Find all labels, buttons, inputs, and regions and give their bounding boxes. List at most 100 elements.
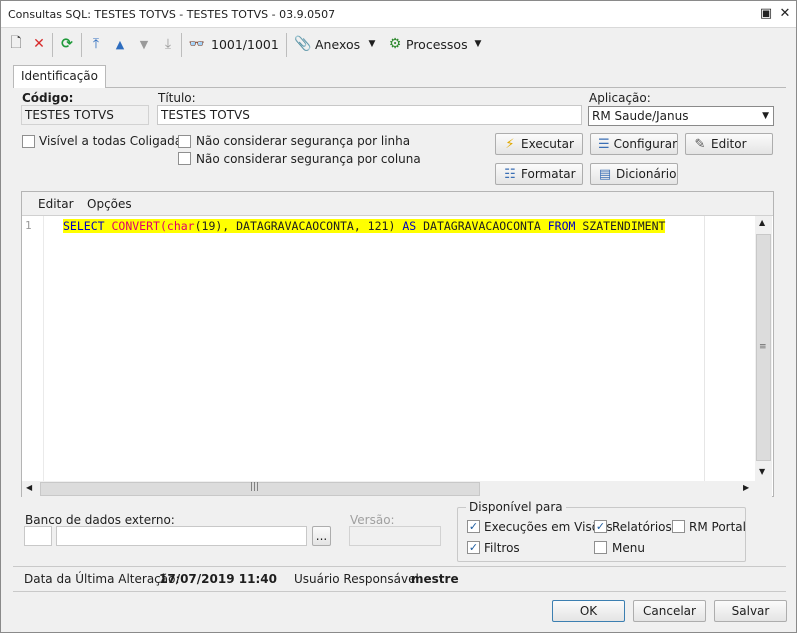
rmportal-label: RM Portal [689,520,746,534]
grip-icon: ≡ [759,342,767,352]
processos-menu[interactable]: Processos [406,33,468,55]
configurar-label: Configurar [613,137,677,151]
seg-linha-checkbox[interactable] [178,135,191,148]
config-icon: ☰ [598,136,610,152]
binoculars-icon[interactable]: 👓 [187,33,207,55]
menu-label: Menu [612,541,645,555]
menu-opcoes[interactable]: Opções [87,197,132,211]
line-number: 1 [25,219,32,232]
cancelar-button[interactable]: Cancelar [633,600,706,622]
seg-coluna-checkbox[interactable] [178,152,191,165]
aplicacao-value: RM Saude/Janus [592,109,689,123]
execucoes-checkbox[interactable]: ✓ [467,520,480,533]
footer-divider [13,591,786,592]
sql-editor[interactable]: Editar Opções 1 SELECT CONVERT(char(19),… [21,191,774,497]
dictionary-icon: ▤ [598,166,612,182]
next-record-icon[interactable]: ▼ [135,33,153,55]
seg-linha-label: Não considerar segurança por linha [196,134,411,148]
toolbar-separator [81,33,82,57]
formatar-button[interactable]: ☷ Formatar [495,163,583,185]
rmportal-checkbox[interactable] [672,520,685,533]
formatar-label: Formatar [521,167,576,181]
visivel-label: Visível a todas Coligadas [39,134,189,148]
code-token: FROM [547,219,576,233]
dicionario-button[interactable]: ▤ Dicionário [590,163,678,185]
scroll-corner [755,481,772,497]
window-title: Consultas SQL: TESTES TOTVS - TESTES TOT… [8,8,336,21]
anexos-menu[interactable]: Anexos [315,33,360,55]
chevron-down-icon[interactable]: ▼ [473,33,483,55]
chevron-down-icon[interactable]: ▼ [367,33,377,55]
executar-button[interactable]: ⚡ Executar [495,133,583,155]
new-icon[interactable]: 🗋 [7,33,25,55]
menu-checkbox[interactable] [594,541,607,554]
aplicacao-label: Aplicação: [589,91,651,105]
paperclip-icon[interactable]: 📎 [294,33,311,55]
toolbar: 🗋 ✕ ⟳ ⤒ ▲ ▼ ⤓ 👓 1001/1001 📎 Anexos ▼ ⚙ P… [1,29,796,59]
scroll-down-icon[interactable]: ▼ [759,467,765,476]
banco-label: Banco de dados externo: [25,513,175,527]
configurar-button[interactable]: ☰ Configurar [590,133,678,155]
horizontal-scrollbar[interactable]: ◀ ||| ▶ [22,481,755,497]
titulo-field[interactable]: TESTES TOTVS [157,105,582,125]
line-gutter: 1 [22,216,44,481]
scroll-up-icon[interactable]: ▲ [759,218,765,227]
data-value: 17/07/2019 11:40 [159,572,277,586]
format-icon: ☷ [504,166,516,182]
aplicacao-select[interactable]: RM Saude/Janus ▼ [588,106,774,126]
lightning-icon: ⚡ [505,136,515,152]
gears-icon[interactable]: ⚙ [386,33,404,55]
title-bar: Consultas SQL: TESTES TOTVS - TESTES TOT… [1,1,796,28]
banco-name-field[interactable] [56,526,307,546]
close-window-icon[interactable]: ✕ [776,5,794,23]
filtros-checkbox[interactable]: ✓ [467,541,480,554]
filtros-label: Filtros [484,541,520,555]
code-token: DATAGRAVACAOCONTA [416,219,548,233]
first-record-icon[interactable]: ⤒ [87,33,105,55]
grip-icon: ||| [250,482,260,492]
disponivel-title: Disponível para [466,500,566,514]
horizontal-scroll-thumb[interactable] [40,482,480,496]
chevron-down-icon[interactable]: ▼ [762,107,769,125]
maximize-icon[interactable]: ▣ [757,5,775,23]
code-token: char [166,219,195,233]
code-token: SELECT [63,219,105,233]
scroll-left-icon[interactable]: ◀ [26,483,32,492]
versao-label: Versão: [350,513,395,527]
edit-icon: ✎ [694,136,706,152]
relatorios-label: Relatórios [612,520,672,534]
refresh-icon[interactable]: ⟳ [57,33,77,55]
previous-record-icon[interactable]: ▲ [111,33,129,55]
tab-identificacao[interactable]: Identificação [13,65,106,88]
dialog-window: Consultas SQL: TESTES TOTVS - TESTES TOT… [0,0,797,633]
titulo-label: Título: [158,91,196,105]
editor-button[interactable]: ✎ Editor [685,133,773,155]
menu-editar[interactable]: Editar [38,197,74,211]
status-divider [13,566,786,567]
record-counter: 1001/1001 [211,36,279,52]
relatorios-checkbox[interactable]: ✓ [594,520,607,533]
data-label: Data da Última Alteração: [24,572,180,586]
last-record-icon[interactable]: ⤓ [159,33,177,55]
ok-button[interactable]: OK [552,600,625,622]
delete-icon[interactable]: ✕ [30,33,48,55]
sql-code-line[interactable]: SELECT CONVERT(char(19), DATAGRAVACAOCON… [63,219,666,233]
salvar-button[interactable]: Salvar [714,600,787,622]
banco-code-field[interactable] [24,526,52,546]
scroll-right-icon[interactable]: ▶ [743,483,749,492]
code-token: ( [159,219,167,233]
code-token: SZATENDIMENT [575,219,666,233]
code-token: CONVERT [111,219,160,233]
code-token: AS [402,219,417,233]
visivel-checkbox[interactable] [22,135,35,148]
versao-field [349,526,441,546]
code-token: (19), DATAGRAVACAOCONTA, 121) [194,219,403,233]
banco-browse-button[interactable]: ... [312,526,331,546]
editor-label: Editor [711,137,747,151]
usuario-label: Usuário Responsável: [294,572,423,586]
codigo-field[interactable]: TESTES TOTVS [21,105,149,125]
vertical-scrollbar[interactable]: ▲ ≡ ▼ [755,216,772,481]
usuario-value: mestre [411,572,459,586]
seg-coluna-label: Não considerar segurança por coluna [196,152,421,166]
executar-label: Executar [521,137,574,151]
